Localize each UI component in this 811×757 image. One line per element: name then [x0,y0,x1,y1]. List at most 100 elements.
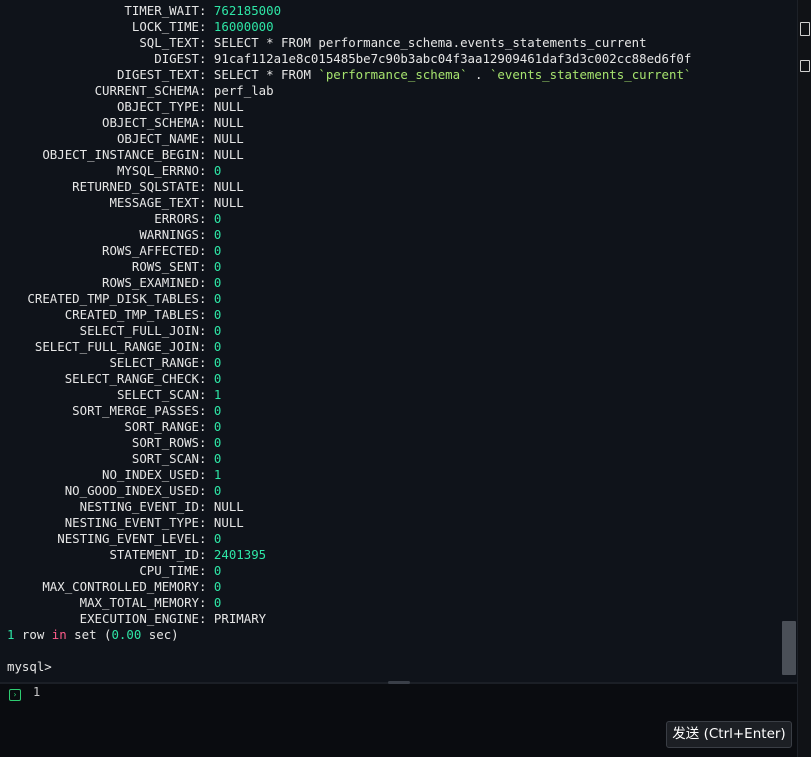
result-row: NESTING_EVENT_ID: NULL [7,499,691,515]
separator: : [199,323,214,338]
column-name: ERRORS [154,211,199,226]
summary-text: sec) [141,627,179,642]
result-row: CREATED_TMP_TABLES: 0 [7,307,691,323]
column-value: NULL [213,99,244,114]
column-name: CREATED_TMP_DISK_TABLES [27,291,199,306]
separator: : [199,195,214,210]
result-row: SORT_RANGE: 0 [7,419,691,435]
column-name: NO_GOOD_INDEX_USED [64,483,199,498]
separator: : [199,355,214,370]
separator: : [199,339,214,354]
summary-text: row [14,627,52,642]
column-value: NULL [213,515,244,530]
copy-icon[interactable] [800,60,810,72]
separator: : [199,3,214,18]
separator: : [199,83,214,98]
column-value: 0 [213,243,222,258]
column-value: NULL [213,147,244,162]
separator: : [199,243,214,258]
column-value: 0 [213,435,222,450]
separator: : [199,387,214,402]
result-row: NESTING_EVENT_LEVEL: 0 [7,531,691,547]
column-name: SELECT_RANGE_CHECK [64,371,199,386]
column-name: SORT_ROWS [131,435,199,450]
column-name: OBJECT_INSTANCE_BEGIN [42,147,199,162]
scrollbar-track[interactable] [781,0,795,682]
scrollbar-thumb[interactable] [782,621,796,675]
separator: : [199,67,214,82]
separator: : [199,35,214,50]
result-row: EXECUTION_ENGINE: PRIMARY [7,611,691,627]
column-value: 0 [213,259,222,274]
result-row: RETURNED_SQLSTATE: NULL [7,179,691,195]
column-value: 0 [213,419,222,434]
column-value: perf_lab [213,83,274,98]
column-value: . [467,67,490,82]
separator: : [199,563,214,578]
result-row: SELECT_FULL_RANGE_JOIN: 0 [7,339,691,355]
result-row: SQL_TEXT: SELECT * FROM performance_sche… [7,35,691,51]
result-row: SORT_SCAN: 0 [7,451,691,467]
separator: : [199,275,214,290]
separator: : [199,403,214,418]
result-row: DIGEST: 91caf112a1e8c015485be7c90b3abc04… [7,51,691,67]
column-value: 0 [213,595,222,610]
result-row: SELECT_RANGE: 0 [7,355,691,371]
column-name: CREATED_TMP_TABLES [64,307,199,322]
column-value: 762185000 [213,3,282,18]
result-row: OBJECT_TYPE: NULL [7,99,691,115]
column-name: SELECT_RANGE [109,355,199,370]
column-name: SELECT_FULL_RANGE_JOIN [34,339,199,354]
column-name: SORT_RANGE [124,419,199,434]
column-value: NULL [213,195,244,210]
separator: : [199,371,214,386]
column-name: OBJECT_TYPE [116,99,199,114]
result-row: CURRENT_SCHEMA: perf_lab [7,83,691,99]
result-row: ROWS_EXAMINED: 0 [7,275,691,291]
query-time: 0.00 [111,627,142,642]
separator: : [199,611,214,626]
column-value: 0 [213,531,222,546]
result-row: DIGEST_TEXT: SELECT * FROM `performance_… [7,67,691,83]
separator: : [199,499,214,514]
result-row: SELECT_SCAN: 1 [7,387,691,403]
terminal-run-icon: › [9,689,21,701]
column-value: 0 [213,483,222,498]
column-value: 0 [213,371,222,386]
column-name: NO_INDEX_USED [102,467,199,482]
document-icon[interactable] [800,22,810,36]
column-name: MAX_CONTROLLED_MEMORY [42,579,199,594]
column-name: TIMER_WAIT [124,3,199,18]
separator: : [199,595,214,610]
column-value: 0 [213,227,222,242]
result-row: SORT_ROWS: 0 [7,435,691,451]
column-value: 0 [213,307,222,322]
result-row: MAX_TOTAL_MEMORY: 0 [7,595,691,611]
column-value: SELECT * FROM [213,67,319,82]
separator: : [199,451,214,466]
result-row: ROWS_SENT: 0 [7,259,691,275]
column-value: 1 [213,467,222,482]
column-name: ROWS_AFFECTED [102,243,199,258]
separator: : [199,291,214,306]
column-name: SORT_SCAN [131,451,199,466]
column-value: 0 [213,563,222,578]
terminal-output: TIMER_WAIT: 762185000 LOCK_TIME: 16000000… [0,0,797,682]
column-value: 0 [213,291,222,306]
send-button[interactable]: 发送 (Ctrl+Enter) [666,721,792,748]
separator: : [199,227,214,242]
result-row: CREATED_TMP_DISK_TABLES: 0 [7,291,691,307]
column-name: ROWS_EXAMINED [102,275,199,290]
keyword-in: in [51,627,67,642]
separator: : [199,19,214,34]
column-name: STATEMENT_ID [109,547,199,562]
column-value: 1 [213,387,222,402]
column-name: NESTING_EVENT_TYPE [64,515,199,530]
column-value: 0 [213,323,222,338]
column-value: 0 [213,339,222,354]
column-name: WARNINGS [139,227,199,242]
column-name: OBJECT_SCHEMA [102,115,199,130]
result-row: OBJECT_NAME: NULL [7,131,691,147]
column-name: SORT_MERGE_PASSES [72,403,199,418]
separator: : [199,483,214,498]
